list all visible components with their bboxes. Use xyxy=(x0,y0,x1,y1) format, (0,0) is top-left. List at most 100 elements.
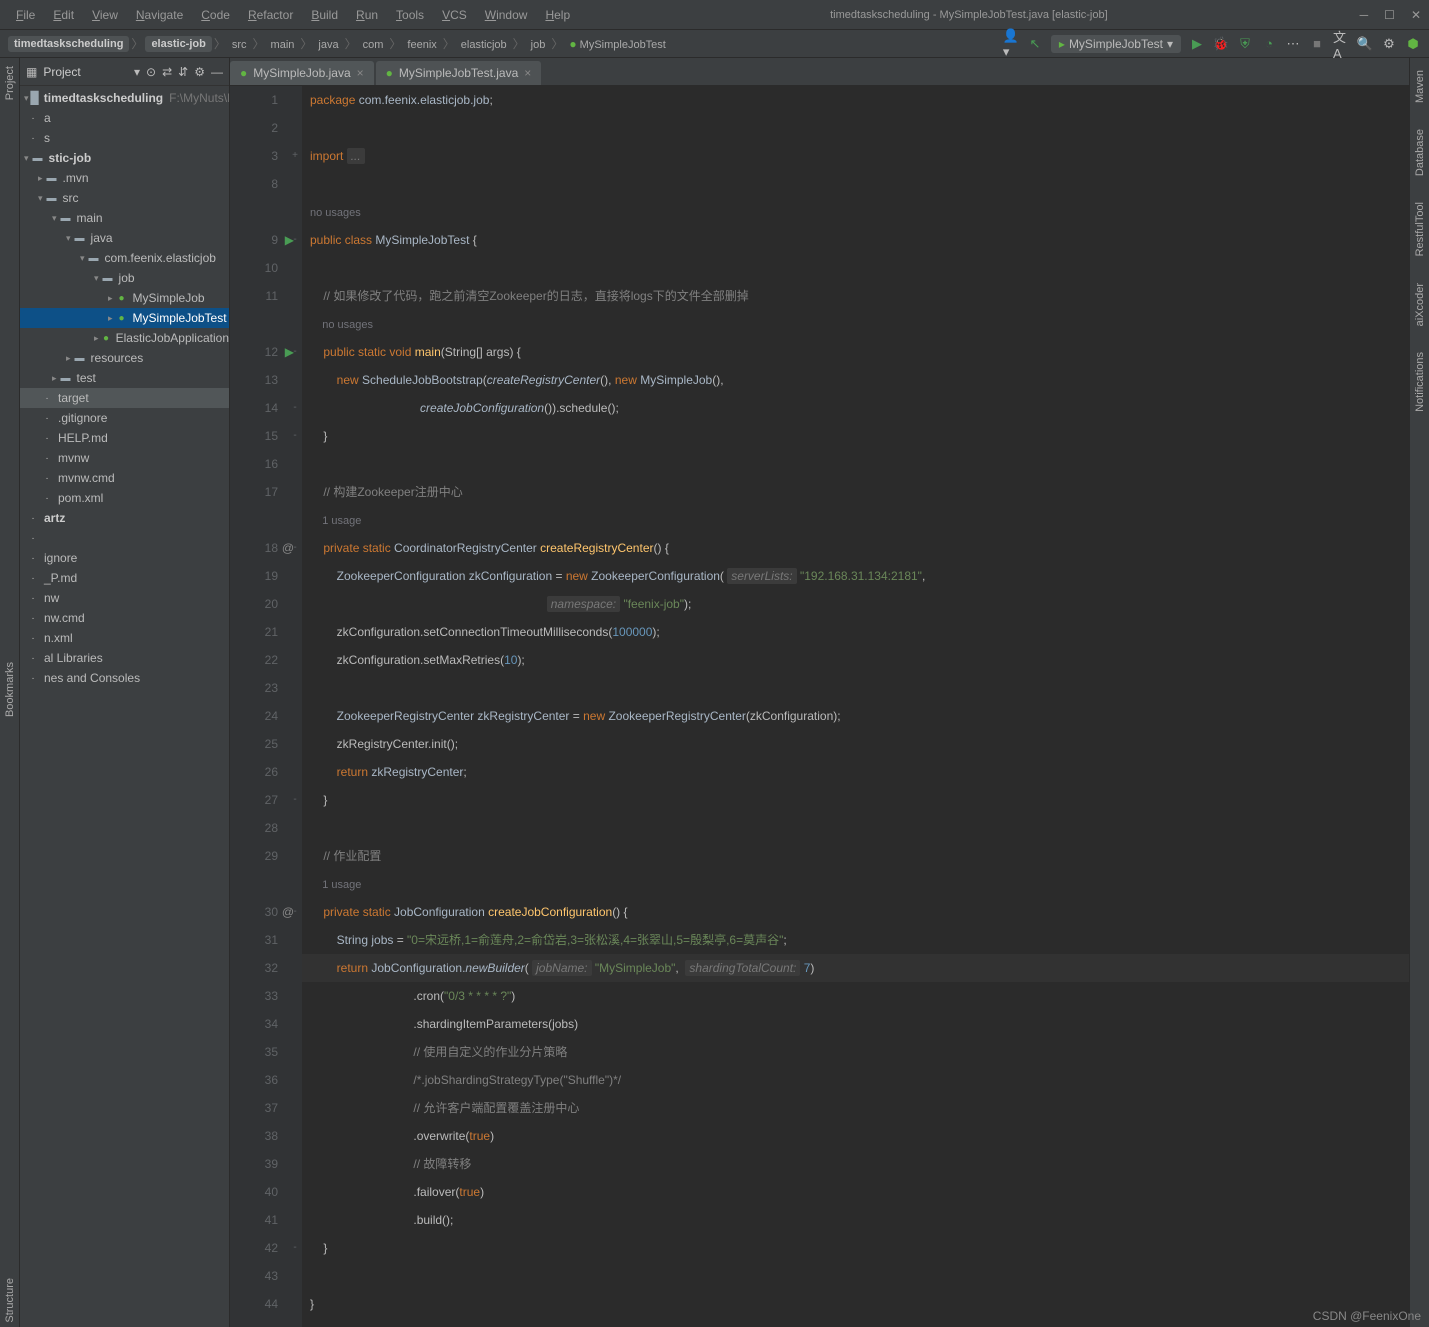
run-icon[interactable]: ▶ xyxy=(1189,36,1205,52)
menu-navigate[interactable]: Navigate xyxy=(128,4,191,26)
dropdown-icon[interactable]: ▾ xyxy=(134,65,140,79)
menu-tools[interactable]: Tools xyxy=(388,4,432,26)
menu-vcs[interactable]: VCS xyxy=(434,4,475,26)
code-line-35[interactable]: // 使用自定义的作业分片策略 xyxy=(302,1038,1409,1066)
select-opened-icon[interactable]: ⊙ xyxy=(146,65,156,79)
code-line-1[interactable]: package com.feenix.elasticjob.job; xyxy=(302,86,1409,114)
breadcrumb-module[interactable]: elastic-job xyxy=(145,36,211,52)
tree-item-job[interactable]: ▾▬job xyxy=(20,268,229,288)
code-line-8[interactable] xyxy=(302,170,1409,198)
tree-item-MySimpleJobTest[interactable]: ▸●MySimpleJobTest xyxy=(20,308,229,328)
tree-item-nes-and-Consoles[interactable]: ·nes and Consoles xyxy=(20,668,229,688)
code-line-12[interactable]: public static void main(String[] args) { xyxy=(302,338,1409,366)
code-line-24[interactable]: ZookeeperRegistryCenter zkRegistryCenter… xyxy=(302,702,1409,730)
project-tree[interactable]: ▾▉ timedtaskscheduling F:\MyNuts\MCA\co … xyxy=(20,86,229,1327)
code-line-11u[interactable]: no usages xyxy=(302,310,1409,338)
code-line-29u[interactable]: 1 usage xyxy=(302,870,1409,898)
menu-file[interactable]: File xyxy=(8,4,43,26)
code-line-13[interactable]: new ScheduleJobBootstrap(createRegistryC… xyxy=(302,366,1409,394)
tree-item-nw-cmd[interactable]: ·nw.cmd xyxy=(20,608,229,628)
tool-tab-aixcoder[interactable]: aiXcoder xyxy=(1412,279,1428,330)
tool-tab-database[interactable]: Database xyxy=(1412,125,1428,180)
menu-refactor[interactable]: Refactor xyxy=(240,4,301,26)
attach-icon[interactable]: ⋯ xyxy=(1285,36,1301,52)
menu-help[interactable]: Help xyxy=(537,4,578,26)
breadcrumb-MySimpleJobTest[interactable]: ● MySimpleJobTest xyxy=(563,37,672,53)
code-line-23[interactable] xyxy=(302,674,1409,702)
code-line-38[interactable]: .overwrite(true) xyxy=(302,1122,1409,1150)
code-line-25[interactable]: zkRegistryCenter.init(); xyxy=(302,730,1409,758)
breadcrumb-job[interactable]: job xyxy=(525,37,552,53)
code-line-26[interactable]: return zkRegistryCenter; xyxy=(302,758,1409,786)
code-line-41[interactable]: .build(); xyxy=(302,1206,1409,1234)
translate-icon[interactable]: 文A xyxy=(1333,36,1349,52)
code-line-22[interactable]: zkConfiguration.setMaxRetries(10); xyxy=(302,646,1409,674)
tree-item-com-feenix-elasticjob[interactable]: ▾▬com.feenix.elasticjob xyxy=(20,248,229,268)
menu-edit[interactable]: Edit xyxy=(45,4,82,26)
breadcrumb-com[interactable]: com xyxy=(357,37,390,53)
menu-code[interactable]: Code xyxy=(193,4,238,26)
code-line-11[interactable]: // 如果修改了代码，跑之前清空Zookeeper的日志，直接将logs下的文件… xyxy=(302,282,1409,310)
tool-tab-project[interactable]: Project xyxy=(2,62,18,104)
tool-tab-bookmarks[interactable]: Bookmarks xyxy=(2,658,18,721)
menu-window[interactable]: Window xyxy=(477,4,536,26)
tree-item-artz[interactable]: ·artz xyxy=(20,508,229,528)
code-line-43[interactable] xyxy=(302,1262,1409,1290)
code-line-21[interactable]: zkConfiguration.setConnectionTimeoutMill… xyxy=(302,618,1409,646)
code-content[interactable]: package com.feenix.elasticjob.job;import… xyxy=(302,86,1409,1327)
tool-tab-notifications[interactable]: Notifications xyxy=(1412,348,1428,416)
menu-run[interactable]: Run xyxy=(348,4,386,26)
tree-item-java[interactable]: ▾▬java xyxy=(20,228,229,248)
tool-tab-restfultool[interactable]: RestfulTool xyxy=(1412,198,1428,260)
code-line-19[interactable]: ZookeeperConfiguration zkConfiguration =… xyxy=(302,562,1409,590)
code-line-36[interactable]: /*.jobShardingStrategyType("Shuffle")*/ xyxy=(302,1066,1409,1094)
tree-item-ignore[interactable]: ·ignore xyxy=(20,548,229,568)
menu-view[interactable]: View xyxy=(84,4,126,26)
breadcrumb-src[interactable]: src xyxy=(226,37,253,53)
code-line-32[interactable]: 💡 return JobConfiguration.newBuilder( jo… xyxy=(302,954,1409,982)
settings-icon[interactable]: ⚙ xyxy=(1381,36,1397,52)
close-tab-icon[interactable]: × xyxy=(357,66,364,80)
minimize-icon[interactable]: ─ xyxy=(1360,8,1369,22)
code-line-28[interactable] xyxy=(302,814,1409,842)
close-tab-icon[interactable]: × xyxy=(524,66,531,80)
tree-item-stic-job[interactable]: ▾▬stic-job xyxy=(20,148,229,168)
tree-root[interactable]: ▾▉ timedtaskscheduling F:\MyNuts\MCA\co xyxy=(20,88,229,108)
editor[interactable]: 12389▶101112▶131415161718@19202122232425… xyxy=(230,86,1409,1327)
build-icon[interactable]: ↖ xyxy=(1027,36,1043,52)
tree-item-mvnw-cmd[interactable]: ·mvnw.cmd xyxy=(20,468,229,488)
tool-tab-maven[interactable]: Maven xyxy=(1412,66,1428,107)
tree-item--gitignore[interactable]: ·.gitignore xyxy=(20,408,229,428)
profile-icon[interactable]: ◔ xyxy=(1261,36,1277,52)
breadcrumb-feenix[interactable]: feenix xyxy=(401,37,442,53)
user-icon[interactable]: 👤▾ xyxy=(1003,36,1019,52)
breadcrumb-main[interactable]: main xyxy=(265,37,301,53)
tree-item-src[interactable]: ▾▬src xyxy=(20,188,229,208)
code-line-16[interactable] xyxy=(302,450,1409,478)
tree-item-_P-md[interactable]: ·_P.md xyxy=(20,568,229,588)
code-line-8u[interactable]: no usages xyxy=(302,198,1409,226)
tree-item-mvnw[interactable]: ·mvnw xyxy=(20,448,229,468)
code-line-42[interactable]: } xyxy=(302,1234,1409,1262)
code-line-18[interactable]: private static CoordinatorRegistryCenter… xyxy=(302,534,1409,562)
fold-gutter[interactable]: +-------- xyxy=(288,86,302,1327)
tree-item-MySimpleJob[interactable]: ▸●MySimpleJob xyxy=(20,288,229,308)
code-line-9[interactable]: public class MySimpleJobTest { xyxy=(302,226,1409,254)
code-line-40[interactable]: .failover(true) xyxy=(302,1178,1409,1206)
breadcrumb-java[interactable]: java xyxy=(312,37,344,53)
gear-icon[interactable]: ⚙ xyxy=(194,65,205,79)
stop-icon[interactable]: ■ xyxy=(1309,36,1325,52)
tree-item-pom-xml[interactable]: ·pom.xml xyxy=(20,488,229,508)
close-icon[interactable]: ✕ xyxy=(1411,8,1421,22)
tree-item-a[interactable]: ·a xyxy=(20,108,229,128)
coverage-icon[interactable]: ⛨ xyxy=(1237,36,1253,52)
search-icon[interactable]: 🔍 xyxy=(1357,36,1373,52)
tree-item-nw[interactable]: ·nw xyxy=(20,588,229,608)
code-line-27[interactable]: } xyxy=(302,786,1409,814)
code-line-29[interactable]: // 作业配置 xyxy=(302,842,1409,870)
expand-icon[interactable]: ⇄ xyxy=(162,65,172,79)
run-config-select[interactable]: ▸ MySimpleJobTest ▾ xyxy=(1051,35,1181,53)
tree-item-target[interactable]: ·target xyxy=(20,388,229,408)
code-line-15[interactable]: } xyxy=(302,422,1409,450)
code-line-20[interactable]: namespace: "feenix-job"); xyxy=(302,590,1409,618)
